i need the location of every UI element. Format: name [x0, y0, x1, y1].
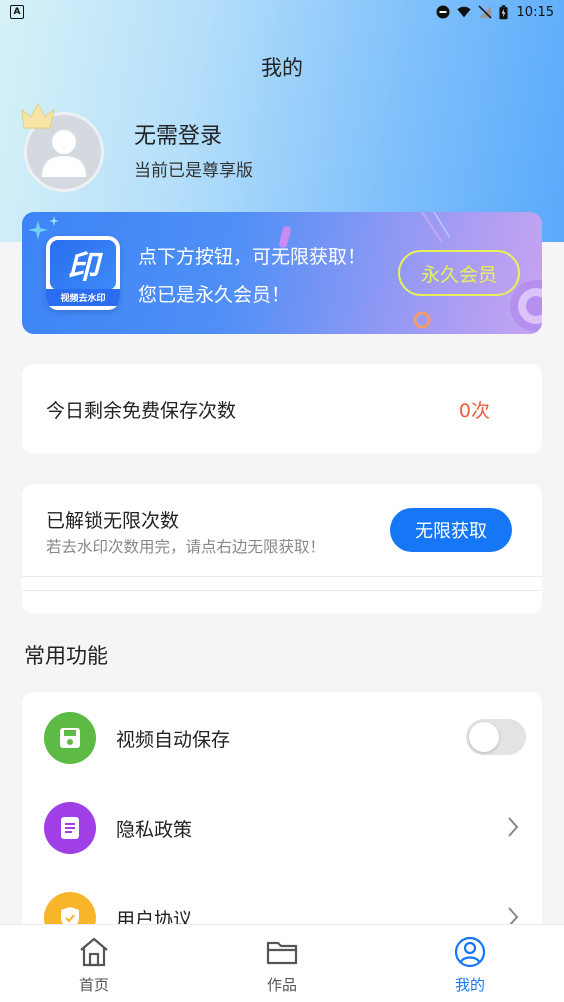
list-item-label: 视频自动保存: [116, 729, 231, 751]
membership-status: 当前已是尊享版: [134, 161, 253, 181]
user-icon: [454, 936, 486, 968]
bottom-tab-bar: 首页 作品 我的: [0, 924, 564, 1002]
crown-icon: [21, 102, 55, 129]
tab-home[interactable]: 首页: [0, 925, 188, 1002]
tab-label: 首页: [78, 976, 109, 994]
divider: [22, 576, 542, 577]
signal-icon: [478, 5, 492, 19]
username[interactable]: 无需登录: [134, 118, 222, 150]
permanent-member-badge[interactable]: 永久会员: [398, 250, 520, 296]
battery-icon: [498, 4, 508, 19]
divider: [22, 590, 542, 591]
home-icon: [80, 937, 108, 967]
tab-mine[interactable]: 我的: [376, 925, 564, 1002]
unlimited-card: 已解锁无限次数 若去水印次数用完，请点右边无限获取！ 无限获取: [22, 484, 542, 614]
list-item-privacy-policy[interactable]: 隐私政策: [22, 782, 542, 872]
avatar[interactable]: [21, 102, 104, 192]
page-title: 我的: [261, 56, 303, 80]
unlimited-hint: 若去水印次数用完，请点右边无限获取！: [46, 538, 326, 556]
get-unlimited-button[interactable]: 无限获取: [390, 508, 512, 552]
do-not-disturb-icon: [436, 5, 450, 19]
list-item-label: 隐私政策: [116, 819, 193, 841]
vip-promo-text: 点下方按钮，可无限获取！: [138, 246, 367, 268]
status-bar: A 10:15: [0, 0, 564, 24]
default-user-icon: [42, 130, 86, 177]
app-logo-mark: 印: [50, 240, 116, 290]
tab-label: 我的: [454, 976, 485, 994]
auto-save-toggle[interactable]: [466, 719, 526, 755]
tab-works[interactable]: 作品: [188, 925, 376, 1002]
toggle-knob: [469, 722, 499, 752]
functions-list: 视频自动保存 隐私政策 用户协议: [22, 692, 542, 952]
chevron-right-icon: [508, 817, 519, 837]
document-icon: [44, 802, 96, 854]
decor-ring-icon: [413, 311, 431, 329]
app-logo-caption: 视频去水印: [46, 289, 120, 306]
tab-label: 作品: [266, 976, 297, 994]
free-saves-label: 今日剩余免费保存次数: [46, 400, 237, 422]
folder-icon: [266, 941, 298, 965]
notification-a-icon: A: [10, 5, 24, 19]
unlimited-title: 已解锁无限次数: [46, 510, 180, 532]
vip-status-text: 您已是永久会员！: [138, 284, 291, 306]
status-time: 10:15: [516, 4, 554, 20]
wifi-icon: [456, 6, 471, 18]
free-saves-card: 今日剩余免费保存次数 0次: [22, 364, 542, 454]
decor-lines-icon: [421, 212, 451, 243]
list-item-auto-save[interactable]: 视频自动保存: [22, 692, 542, 782]
save-icon: [44, 712, 96, 764]
free-saves-count: 0次: [458, 400, 490, 422]
app-logo: 印 视频去水印: [46, 236, 120, 310]
common-functions-title: 常用功能: [24, 644, 108, 668]
vip-banner[interactable]: 印 视频去水印 点下方按钮，可无限获取！ 您已是永久会员！ 永久会员: [22, 212, 542, 334]
